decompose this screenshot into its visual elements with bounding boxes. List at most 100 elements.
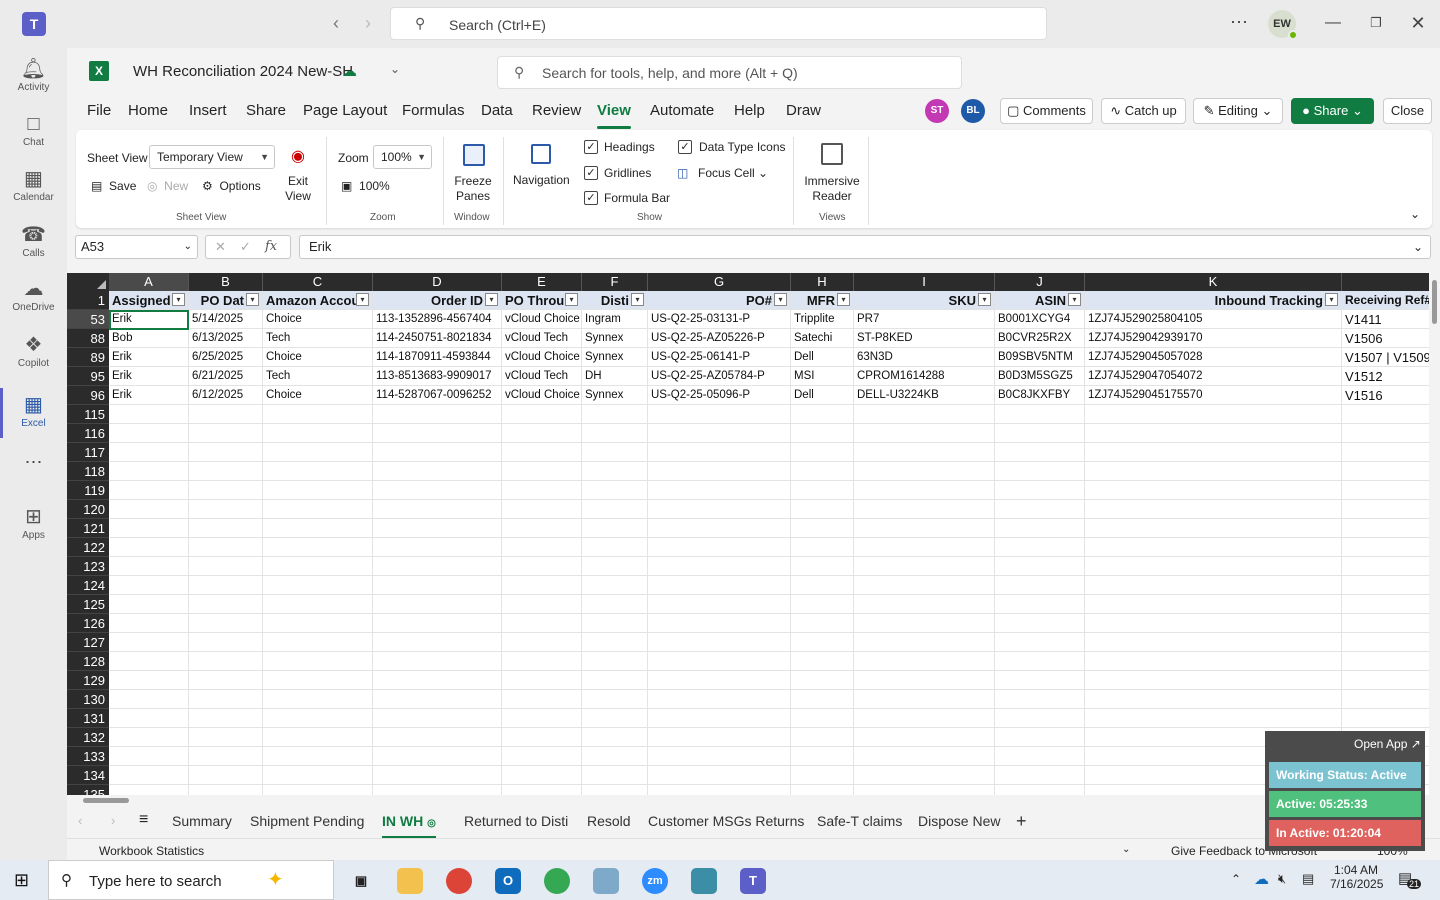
table-cell[interactable]: Tripplite xyxy=(791,310,854,328)
table-cell[interactable]: Choice xyxy=(263,348,373,366)
table-cell[interactable]: Dell xyxy=(791,348,854,366)
table-cell[interactable] xyxy=(263,481,373,499)
table-cell[interactable] xyxy=(502,633,582,651)
table-cell[interactable] xyxy=(791,652,854,670)
table-cell[interactable] xyxy=(791,538,854,556)
table-cell[interactable] xyxy=(109,728,189,746)
vertical-scroll-thumb[interactable] xyxy=(1432,280,1437,324)
cancel-icon[interactable]: ✕ xyxy=(215,239,226,255)
table-cell[interactable] xyxy=(995,614,1085,632)
table-cell[interactable] xyxy=(995,728,1085,746)
table-cell[interactable] xyxy=(648,576,791,594)
table-cell[interactable]: 114-5287067-0096252 xyxy=(373,386,502,404)
table-cell[interactable] xyxy=(1342,614,1429,632)
filter-dropdown-icon[interactable]: ▾ xyxy=(978,293,991,306)
table-cell[interactable] xyxy=(1342,595,1429,613)
table-cell[interactable] xyxy=(854,443,995,461)
table-cell[interactable] xyxy=(189,519,263,537)
column-header[interactable]: E xyxy=(502,273,582,291)
table-cell[interactable] xyxy=(582,728,648,746)
table-cell[interactable]: V1506 xyxy=(1342,329,1429,347)
row-header[interactable]: 125 xyxy=(67,595,109,614)
table-cell[interactable] xyxy=(791,633,854,651)
sheet-tab-customer-msgs-returns[interactable]: Customer MSGs Returns xyxy=(648,806,804,836)
table-cell[interactable] xyxy=(1342,481,1429,499)
table-cell[interactable] xyxy=(995,557,1085,575)
table-cell[interactable] xyxy=(373,538,502,556)
sheet-tab-shipment-pending[interactable]: Shipment Pending xyxy=(250,806,364,836)
chrome-profile-icon[interactable] xyxy=(544,868,570,894)
next-sheet-icon[interactable]: › xyxy=(111,813,115,828)
table-cell[interactable] xyxy=(109,690,189,708)
prev-sheet-icon[interactable]: ‹ xyxy=(78,813,82,828)
table-cell[interactable]: US-Q2-25-AZ05226-P xyxy=(648,329,791,347)
table-cell[interactable] xyxy=(791,557,854,575)
table-cell[interactable]: Synnex xyxy=(582,348,648,366)
forward-arrow-icon[interactable]: › xyxy=(356,12,380,36)
table-cell[interactable] xyxy=(189,424,263,442)
table-cell[interactable]: 1ZJ74J529042939170 xyxy=(1085,329,1342,347)
table-cell[interactable] xyxy=(1342,424,1429,442)
network-icon[interactable]: ▤ xyxy=(1302,871,1314,887)
rail-item-onedrive[interactable]: ☁︎ OneDrive xyxy=(0,276,67,313)
table-cell[interactable] xyxy=(109,709,189,727)
table-cell[interactable] xyxy=(1085,595,1342,613)
table-cell[interactable] xyxy=(1342,500,1429,518)
table-cell[interactable] xyxy=(854,462,995,480)
table-cell[interactable] xyxy=(263,633,373,651)
header-cell[interactable]: Inbound Tracking ▾ xyxy=(1085,291,1342,309)
filter-dropdown-icon[interactable]: ▾ xyxy=(631,293,644,306)
table-cell[interactable] xyxy=(263,576,373,594)
minimize-icon[interactable]: — xyxy=(1321,12,1345,36)
table-cell[interactable] xyxy=(189,633,263,651)
ribbon-collapse-chevron-icon[interactable]: ⌄ xyxy=(1410,207,1420,221)
table-cell[interactable] xyxy=(109,633,189,651)
table-cell[interactable]: 1ZJ74J529047054072 xyxy=(1085,367,1342,385)
table-cell[interactable] xyxy=(1342,709,1429,727)
table-cell[interactable] xyxy=(648,500,791,518)
row-header[interactable]: 132 xyxy=(67,728,109,747)
table-cell[interactable] xyxy=(373,405,502,423)
collaborator-avatar[interactable]: ST xyxy=(925,99,949,123)
table-cell[interactable]: Synnex xyxy=(582,329,648,347)
table-cell[interactable] xyxy=(373,766,502,784)
document-title[interactable]: WH Reconciliation 2024 New-SH xyxy=(133,63,353,80)
table-cell[interactable]: DELL-U3224KB xyxy=(854,386,995,404)
table-cell[interactable] xyxy=(109,785,189,795)
teams-search-box[interactable]: ⚲ Search (Ctrl+E) xyxy=(390,7,1047,40)
save-view-button[interactable]: ▤ Save xyxy=(91,179,136,193)
sheet-tab-dispose-new[interactable]: Dispose New xyxy=(918,806,1000,836)
table-cell[interactable] xyxy=(263,652,373,670)
header-cell[interactable]: Disti ▾ xyxy=(582,291,648,309)
table-cell[interactable] xyxy=(109,405,189,423)
table-cell[interactable]: 114-1870911-4593844 xyxy=(373,348,502,366)
table-cell[interactable] xyxy=(189,481,263,499)
freeze-panes-button[interactable]: Freeze Panes xyxy=(450,174,496,204)
back-arrow-icon[interactable]: ‹ xyxy=(324,12,348,36)
table-cell[interactable] xyxy=(582,462,648,480)
table-cell[interactable]: 6/13/2025 xyxy=(189,329,263,347)
table-cell[interactable] xyxy=(263,519,373,537)
table-cell[interactable] xyxy=(189,462,263,480)
vertical-scrollbar[interactable] xyxy=(1429,264,1440,795)
more-apps-icon[interactable]: ⋯ xyxy=(0,452,67,473)
table-cell[interactable] xyxy=(189,652,263,670)
table-cell[interactable] xyxy=(995,785,1085,795)
table-cell[interactable] xyxy=(648,519,791,537)
table-cell[interactable] xyxy=(373,785,502,795)
column-header[interactable]: I xyxy=(854,273,995,291)
table-cell[interactable] xyxy=(1342,576,1429,594)
row-header[interactable]: 121 xyxy=(67,519,109,538)
table-cell[interactable] xyxy=(263,709,373,727)
table-cell[interactable] xyxy=(263,747,373,765)
table-cell[interactable] xyxy=(995,747,1085,765)
table-cell[interactable] xyxy=(648,424,791,442)
row-header[interactable]: 1 xyxy=(67,291,109,310)
table-cell[interactable] xyxy=(582,690,648,708)
table-cell[interactable] xyxy=(189,557,263,575)
table-cell[interactable] xyxy=(109,595,189,613)
row-header[interactable]: 88 xyxy=(67,329,109,348)
table-cell[interactable] xyxy=(995,652,1085,670)
table-cell[interactable]: Satechi xyxy=(791,329,854,347)
table-cell[interactable] xyxy=(109,462,189,480)
